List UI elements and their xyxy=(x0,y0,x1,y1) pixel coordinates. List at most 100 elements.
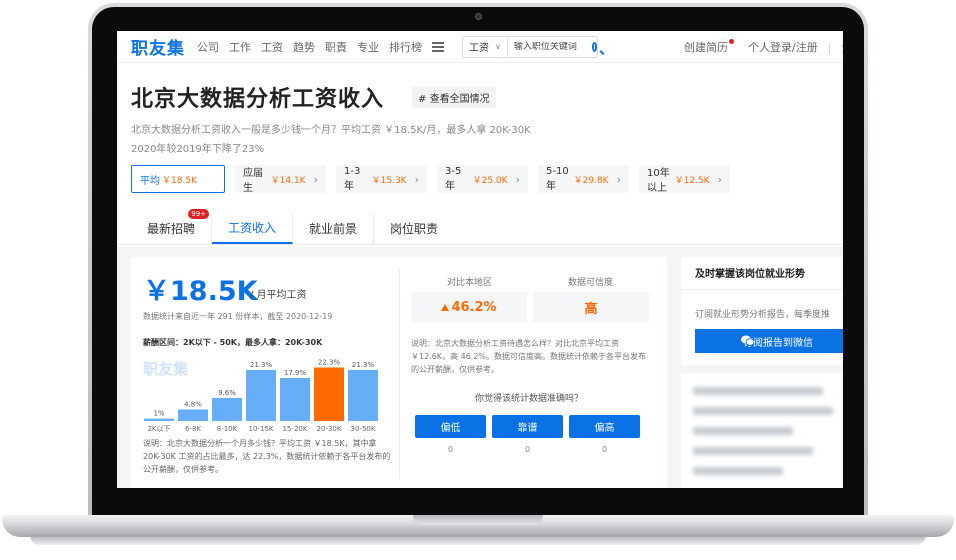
search-input[interactable] xyxy=(507,41,590,52)
nav-right: 创建简历 个人登录/注册 | 企 xyxy=(684,31,843,63)
nav-link-jobs[interactable]: 工作 xyxy=(229,39,251,55)
vote-high-button[interactable]: 偏高 xyxy=(569,415,640,438)
chip-label: 1-3年 xyxy=(344,166,361,192)
enterprise-link[interactable]: 企 xyxy=(841,39,843,55)
chip-5-10-years[interactable]: 5-10年 ￥29.8K › xyxy=(538,165,629,193)
chart-data-label: 17.9% xyxy=(284,369,307,377)
chart-caption: 说明：北京大数据分析一个月多少钱？平均工资 ￥18.5K，其中拿 20K-30K… xyxy=(143,439,391,474)
subscribe-wechat-button[interactable]: 订阅报告到微信 xyxy=(695,329,843,353)
description-line: 北京大数据分析工资收入一般是多少钱一个月？平均工资 ￥18.5K/月，最多人拿 … xyxy=(131,125,531,136)
chip-value: ￥12.5K xyxy=(674,175,710,186)
chip-value: ￥15.3K xyxy=(371,175,407,186)
count-badge: 99+ xyxy=(188,209,210,219)
subscribe-card: 及时掌握该岗位就业形势 订阅就业形势分析报告，每季度推 订阅报告到微信 xyxy=(681,257,843,365)
blurred-side-card xyxy=(681,373,843,488)
sample-note: 数据统计来自近一年 291 份样本，截至 2020-12-19 xyxy=(143,312,333,321)
local-compare-value: 46.2% xyxy=(411,292,527,322)
chip-label: 应届生 xyxy=(243,168,263,194)
chip-value: ￥14.1K xyxy=(270,175,306,186)
tab-label: 工资收入 xyxy=(228,221,277,235)
range-note: 薪酬区间：2K以下 - 50K，最多人拿：20K-30K xyxy=(143,338,323,347)
vote-reliable-button[interactable]: 靠谱 xyxy=(492,415,563,438)
vote-reliable-count: 0 xyxy=(524,445,531,454)
notification-dot xyxy=(729,38,734,44)
vote-low-count: 0 xyxy=(447,445,454,454)
average-salary: ￥18.5K xyxy=(143,276,258,307)
chip-10-plus-years[interactable]: 10年以上 ￥12.5K › xyxy=(639,165,730,194)
chevron-right-icon: › xyxy=(313,172,318,186)
tab-salary[interactable]: 工资收入 xyxy=(212,213,294,244)
laptop-shadow xyxy=(30,535,926,545)
arrow-up-icon xyxy=(441,303,450,311)
chart-data-label: 1% xyxy=(153,410,164,418)
chart-category-label: 30-50K xyxy=(351,425,376,433)
subscribe-description: 订阅就业形势分析报告，每季度推 xyxy=(695,310,831,320)
tab-label: 岗位职责 xyxy=(390,222,439,236)
view-national-button[interactable]: # 查看全国情况 xyxy=(412,86,496,108)
chart-bar-6 xyxy=(348,369,378,421)
title-row: 北京大数据分析工资收入 # 查看全国情况 xyxy=(131,81,496,113)
local-compare-number: 46.2% xyxy=(451,299,497,315)
chip-3-5-years[interactable]: 3-5年 ￥25.0K › xyxy=(437,165,528,193)
chip-label: 10年以上 xyxy=(647,168,670,194)
chart-category-label: 15-20K xyxy=(283,425,308,433)
chart-data-label: 22.3% xyxy=(318,358,341,366)
chip-average[interactable]: 平均 ￥18.5K xyxy=(131,165,225,193)
chart-category-label: 10-15K xyxy=(249,425,274,433)
chart-category-label: 8-10K xyxy=(217,425,238,433)
search-icon[interactable] xyxy=(591,41,597,52)
chip-value: ￥18.5K xyxy=(162,175,197,186)
blurred-line xyxy=(693,427,793,435)
chip-value: ￥25.0K xyxy=(472,175,508,186)
nav-link-salary[interactable]: 工资 xyxy=(261,39,283,55)
tab-latest-jobs[interactable]: 最新招聘 99+ xyxy=(131,209,213,244)
subscribe-divider xyxy=(681,289,843,290)
nav-link-duty[interactable]: 职責 xyxy=(325,39,347,55)
chart-bar-2 xyxy=(212,397,242,421)
search-type-select[interactable]: 工资 ∨ xyxy=(463,36,508,57)
chart-bar-1 xyxy=(178,409,208,421)
accuracy-question: 你觉得该统计数据准确吗？ xyxy=(474,394,583,404)
chart-data-label: 4.8% xyxy=(184,400,202,408)
blurred-line xyxy=(693,407,833,415)
tab-duties[interactable]: 岗位职责 xyxy=(374,213,454,244)
tab-prospects[interactable]: 就业前景 xyxy=(293,213,375,244)
browser-screen: 职友集 公司 工作 工资 趋势 职責 专业 排行榜 工资 ∨ 创建简历 个人登录/… xyxy=(117,31,843,488)
chart-category-label: 6-8K xyxy=(185,425,201,433)
subscribe-title: 及时掌握该岗位就业形势 xyxy=(695,269,805,280)
chart-bar-0 xyxy=(144,418,174,421)
chevron-right-icon: › xyxy=(515,172,520,186)
chip-label: 3-5年 xyxy=(445,166,462,192)
site-logo[interactable]: 职友集 xyxy=(131,34,185,59)
page-title: 北京大数据分析工资收入 xyxy=(131,87,385,112)
nav-link-ranking[interactable]: 排行榜 xyxy=(389,39,422,55)
chevron-down-icon: ∨ xyxy=(495,42,501,51)
blurred-line xyxy=(693,387,823,395)
description-line: 2020年较2019年下降了23% xyxy=(131,144,265,155)
nav-link-company[interactable]: 公司 xyxy=(197,39,219,55)
tab-label: 最新招聘 xyxy=(147,222,196,236)
local-compare-label: 对比本地区 xyxy=(447,278,493,288)
vote-low-button[interactable]: 偏低 xyxy=(415,415,486,438)
chart-category-label: 2K以下 xyxy=(147,425,170,433)
login-link[interactable]: 个人登录/注册 xyxy=(748,39,818,55)
chip-graduate[interactable]: 应届生 ￥14.1K › xyxy=(235,165,326,194)
create-resume-link[interactable]: 创建简历 xyxy=(684,39,728,55)
page-description: 北京大数据分析工资收入一般是多少钱一个月？平均工资 ￥18.5K/月，最多人拿 … xyxy=(131,121,531,159)
chart-bar-3 xyxy=(246,369,276,421)
experience-chips: 平均 ￥18.5K 应届生 ￥14.1K › 1-3年 ￥15.3K › 3-5年 ￥25.… xyxy=(131,165,740,194)
menu-icon[interactable] xyxy=(432,41,444,52)
vote-high-count: 0 xyxy=(601,445,608,454)
chart-data-label: 9.6% xyxy=(218,389,236,397)
chart-data-label: 21.3% xyxy=(352,361,375,369)
compare-explanation: 说明：北京大数据分析工资待遇怎么样？对比北京平均工资 ￥12.6K，高 46.2… xyxy=(411,339,647,374)
chip-label: 5-10年 xyxy=(546,166,569,192)
wechat-icon xyxy=(741,335,754,346)
chip-1-3-years[interactable]: 1-3年 ￥15.3K › xyxy=(336,165,427,193)
blurred-line xyxy=(693,447,813,455)
nav-link-major[interactable]: 专业 xyxy=(357,39,379,55)
chevron-right-icon: › xyxy=(616,172,621,186)
chart-category-label: 20-30K xyxy=(317,425,342,433)
nav-link-trend[interactable]: 趋势 xyxy=(293,39,315,55)
chevron-right-icon: › xyxy=(414,172,419,186)
